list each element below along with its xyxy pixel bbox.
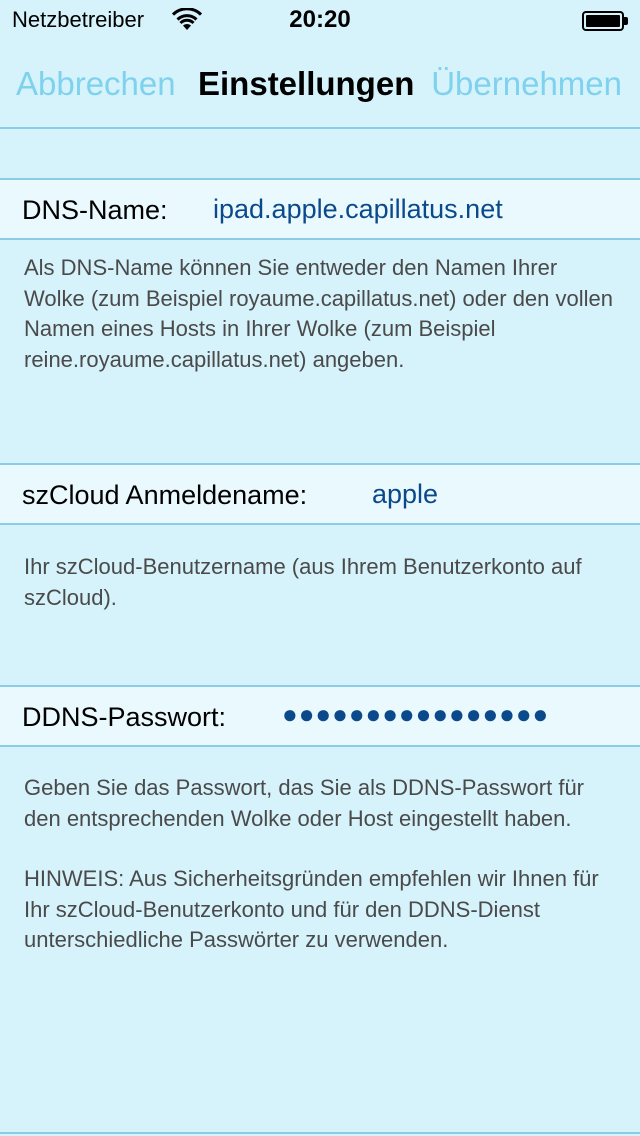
login-name-label: szCloud Anmeldename: (22, 480, 308, 510)
page-title: Einstellungen (198, 65, 415, 102)
login-name-field[interactable]: apple (372, 477, 438, 513)
ddns-password-field[interactable]: ●●●●●●●●●●●●●●●● (282, 697, 549, 733)
bottom-separator (0, 1132, 640, 1134)
login-name-row[interactable]: szCloud Anmeldename: apple (0, 463, 640, 525)
carrier-name: Netzbetreiber (12, 7, 145, 32)
wifi-icon (172, 8, 202, 30)
login-name-help: Ihr szCloud-Benutzername (aus Ihrem Benu… (24, 552, 620, 613)
dns-name-label: DNS-Name: (22, 195, 168, 225)
ddns-password-help: Geben Sie das Passwort, das Sie als DDNS… (24, 773, 620, 956)
navigation-bar: Abbrechen Einstellungen Übernehmen (0, 40, 640, 129)
security-note-text: HINWEIS: Aus Sicherheitsgründen empfehle… (24, 866, 599, 952)
dns-name-row[interactable]: DNS-Name: ipad.apple.capillatus.net (0, 178, 640, 240)
apply-button[interactable]: Übernehmen (431, 64, 622, 104)
status-bar: Netzbetreiber 20:20 (0, 0, 640, 40)
dns-name-field[interactable]: ipad.apple.capillatus.net (213, 192, 503, 228)
settings-screen: Netzbetreiber 20:20 Abbrechen Einstellun… (0, 0, 640, 1136)
ddns-password-help-text: Geben Sie das Passwort, das Sie als DDNS… (24, 775, 585, 831)
login-name-help-text: Ihr szCloud-Benutzername (aus Ihrem Benu… (24, 554, 582, 610)
battery-level (586, 15, 620, 27)
dns-name-help: Als DNS-Name können Sie entweder den Nam… (24, 253, 620, 375)
dns-name-help-text: Als DNS-Name können Sie entweder den Nam… (24, 255, 613, 372)
ddns-password-label: DDNS-Passwort: (22, 702, 227, 732)
battery-icon (582, 11, 628, 31)
cancel-button[interactable]: Abbrechen (16, 64, 176, 104)
ddns-password-row[interactable]: DDNS-Passwort: ●●●●●●●●●●●●●●●● (0, 685, 640, 747)
